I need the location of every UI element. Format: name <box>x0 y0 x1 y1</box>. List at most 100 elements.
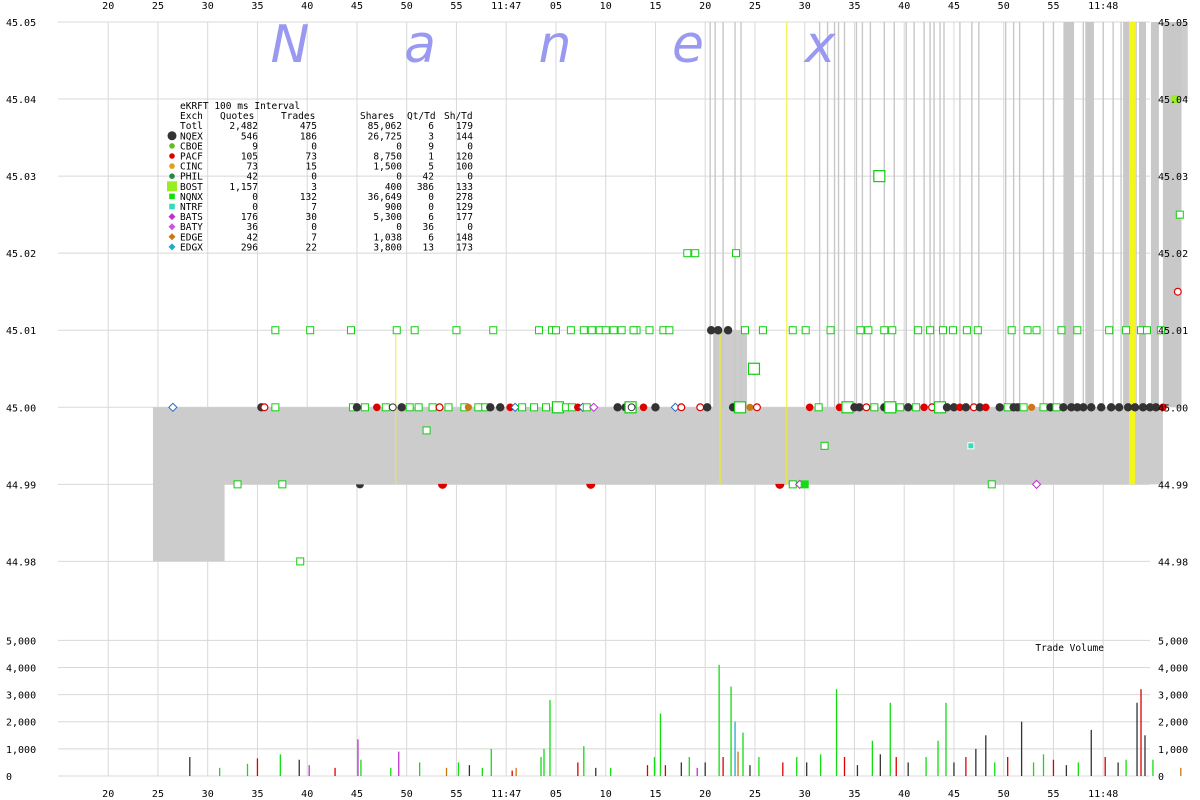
bost-marker <box>820 441 829 450</box>
yellow-indicator-band <box>1129 22 1136 485</box>
bost-marker <box>601 326 610 335</box>
x-tick-label-top: 20 <box>699 1 711 12</box>
nqex-marker <box>702 403 712 412</box>
x-tick-label-bottom: 40 <box>301 789 313 800</box>
nbbo-spread-area <box>152 22 1188 562</box>
bost-marker <box>629 326 638 335</box>
bost-marker <box>1019 403 1028 412</box>
x-tick-label-bottom: 10 <box>600 789 612 800</box>
bost-marker <box>826 326 835 335</box>
y-tick-label-left: 45.05 <box>6 18 36 29</box>
bost-marker <box>733 401 747 414</box>
y-tick-label-left: 44.99 <box>6 480 36 491</box>
y-tick-label-left: 45.01 <box>6 326 36 337</box>
bost-marker <box>1039 403 1048 412</box>
legend-cell: 13 <box>423 242 434 253</box>
x-tick-label-bottom: 20 <box>699 789 711 800</box>
bost-marker <box>880 326 889 335</box>
bost-marker <box>346 326 355 335</box>
market-chart: Na n e x 20 20 25 25 30 30 35 35 40 40 45 45 50 50 55 55 11… <box>6 1 1188 800</box>
bost-marker <box>888 326 897 335</box>
x-tick-label-bottom: 45 <box>351 789 363 800</box>
bost-marker <box>428 403 437 412</box>
x-tick-label-top: 55 <box>450 1 462 12</box>
y-tick-label-left: 45.04 <box>6 95 36 106</box>
pacf-marker <box>981 403 990 412</box>
legend-cell: 3,800 <box>373 242 402 253</box>
bost-marker <box>551 326 560 335</box>
x-tick-label-top: 40 <box>898 1 910 12</box>
volume-y-tick-right: 1,000 <box>1158 745 1188 756</box>
bost-marker <box>1032 326 1041 335</box>
y-tick-label-right: 45.02 <box>1158 249 1188 260</box>
bost-marker <box>741 326 749 335</box>
bost-marker <box>645 326 654 335</box>
volume-y-tick-left: 2,000 <box>6 718 36 729</box>
x-tick-label-bottom: 25 <box>152 789 164 800</box>
bost-marker <box>1105 326 1114 335</box>
x-tick-label-bottom: 50 <box>401 789 413 800</box>
bost-marker <box>422 426 431 435</box>
bost-marker <box>801 326 810 335</box>
quote-band <box>1085 22 1094 408</box>
bost-marker <box>1057 326 1066 335</box>
x-tick-label-top: 30 <box>202 1 214 12</box>
y-tick-label-left: 45.00 <box>6 403 36 414</box>
y-tick-label-left: 44.98 <box>6 557 36 568</box>
bost-marker <box>392 326 401 335</box>
bost-marker <box>579 326 588 335</box>
y-tick-label-right: 44.99 <box>1158 480 1188 491</box>
bost-marker <box>1142 326 1151 335</box>
pacf-marker <box>438 483 448 489</box>
bost-marker <box>788 326 797 335</box>
legend-swatch <box>169 153 175 159</box>
x-tick-label-bottom: 11:48 <box>1088 789 1118 800</box>
volume-panel-title: Trade Volume <box>1035 643 1104 654</box>
pacf-quote-marker <box>435 403 444 412</box>
bost-marker <box>912 403 921 412</box>
bost-marker <box>1007 326 1016 335</box>
pacf-quote-marker <box>752 403 761 412</box>
volume-y-tick-right: 0 <box>1158 772 1164 783</box>
volume-y-tick-left: 3,000 <box>6 691 36 702</box>
legend-cell: 22 <box>306 242 317 253</box>
legend-swatch <box>168 243 176 251</box>
y-tick-label-right: 44.98 <box>1158 557 1188 568</box>
x-tick-label-top: 15 <box>649 1 661 12</box>
bost-marker <box>617 326 626 335</box>
pacf-quote-marker <box>1173 287 1182 296</box>
x-tick-label-bottom: 35 <box>251 789 263 800</box>
x-tick-label-bottom: 35 <box>848 789 860 800</box>
nqex-marker <box>613 403 622 412</box>
nqex-marker <box>486 403 495 412</box>
x-tick-label-top: 45 <box>351 1 363 12</box>
volume-y-tick-right: 3,000 <box>1158 691 1188 702</box>
pacf-marker <box>373 403 381 412</box>
y-tick-label-right: 45.03 <box>1158 172 1188 183</box>
bost-marker <box>405 403 414 412</box>
pacf-marker <box>639 403 648 412</box>
bost-marker <box>609 326 618 335</box>
nqex-marker <box>855 403 864 412</box>
volume-y-tick-left: 1,000 <box>6 745 36 756</box>
quote-band <box>1150 22 1159 408</box>
edge-marker <box>746 403 754 411</box>
y-tick-label-left: 45.02 <box>6 249 36 260</box>
volume-y-tick-left: 5,000 <box>6 636 36 647</box>
x-tick-label-bottom: 45 <box>948 789 960 800</box>
bost-marker <box>814 403 823 412</box>
x-tick-label-top: 35 <box>848 1 860 12</box>
volume-y-tick-left: 0 <box>6 772 12 783</box>
quote-band <box>1139 22 1146 408</box>
watermark-letter: e <box>672 15 704 75</box>
bost-marker <box>987 480 996 489</box>
bost-marker <box>452 326 461 335</box>
bost-marker <box>587 326 596 335</box>
x-tick-label-top: 11:47 <box>491 1 521 12</box>
nqex-marker <box>1087 403 1096 412</box>
x-tick-label-top: 45 <box>948 1 960 12</box>
legend-swatch <box>167 131 177 141</box>
bost-marker <box>1052 403 1061 412</box>
bost-marker <box>233 480 242 489</box>
exchange-legend: eKRFT 100 ms IntervalExch Quotes Trades Sha… <box>167 101 473 253</box>
